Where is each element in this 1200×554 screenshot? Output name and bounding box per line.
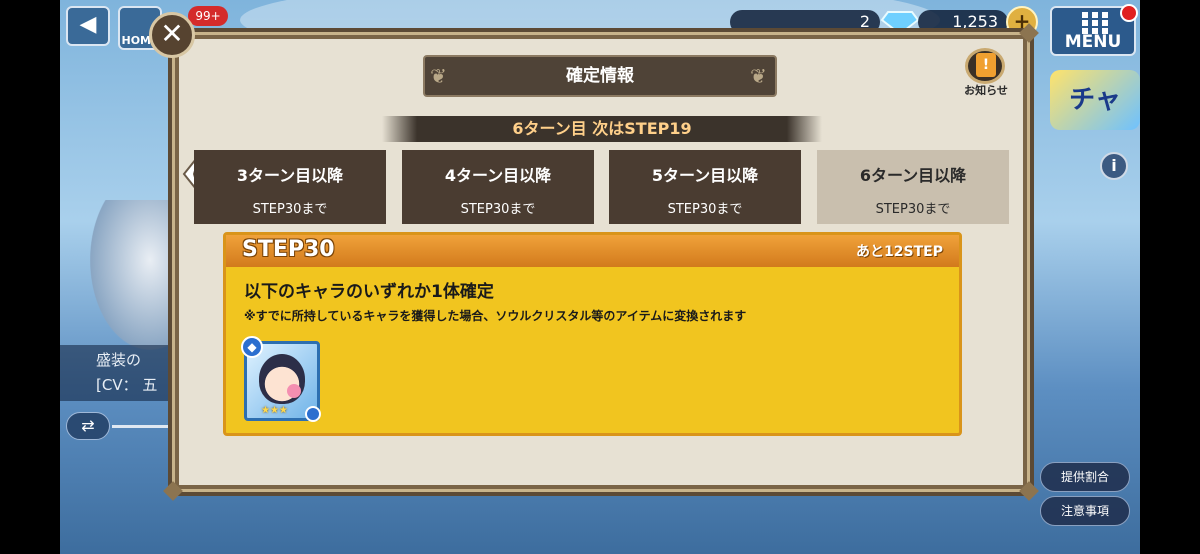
tab-turn-5[interactable]: 5ターン目以降 STEP30まで (609, 150, 801, 224)
step-remaining: あと12STEP (856, 244, 943, 260)
gacha-badge: チャ (1050, 70, 1140, 130)
tab-title: 3ターン目以降 (236, 166, 344, 185)
step-note: ※すでに所持しているキャラを獲得した場合、ソウルクリスタル等のアイテムに変換され… (244, 309, 747, 323)
switch-icon[interactable]: ⇄ (66, 412, 110, 440)
step-header: STEP30 あと12STEP (226, 235, 959, 267)
tab-turn-6[interactable]: 6ターン目以降 STEP30まで (817, 150, 1009, 224)
notes-button[interactable]: 注意事項 (1040, 496, 1130, 526)
step-title: 以下のキャラのいずれか1体確定 (244, 282, 494, 302)
modal-title: 確定情報 (423, 55, 777, 97)
character-name: 盛装の (96, 351, 142, 369)
step-card: STEP30 あと12STEP 以下のキャラのいずれか1体確定 ※すでに所持して… (223, 232, 962, 436)
notice-button[interactable]: ! お知らせ (955, 48, 1017, 100)
tab-turn-4[interactable]: 4ターン目以降 STEP30まで (402, 150, 594, 224)
notice-label: お知らせ (964, 84, 1008, 97)
step-name: STEP30 (242, 237, 335, 262)
tab-title: 4ターン目以降 (444, 166, 552, 185)
tab-subtitle: STEP30まで (667, 202, 743, 217)
tab-subtitle: STEP30まで (460, 202, 536, 217)
tab-subtitle: STEP30まで (252, 202, 328, 217)
rarity-stars: ★★★ (261, 405, 288, 416)
menu-alert-dot (1120, 4, 1138, 22)
notification-badge: 99+ (188, 6, 228, 26)
character-card[interactable]: ★★★ ◆ (241, 336, 321, 422)
class-icon (305, 406, 321, 422)
turn-banner: 6ターン目 次はSTEP19 (382, 116, 822, 142)
close-icon: ✕ (160, 17, 184, 50)
menu-grid-icon (1082, 12, 1108, 34)
bubblegum-decoration (287, 384, 301, 398)
tab-title: 6ターン目以降 (859, 166, 967, 185)
ornament-right-icon: ❦ (750, 64, 767, 88)
menu-label: MENU (1064, 32, 1122, 52)
switch-track (112, 425, 172, 428)
back-arrow-icon: ◀ (79, 12, 97, 37)
notice-icon: ! (965, 48, 1005, 84)
tab-title: 5ターン目以降 (651, 166, 759, 185)
info-icon[interactable]: i (1100, 152, 1128, 180)
back-button[interactable]: ◀ (66, 6, 110, 46)
tab-subtitle: STEP30まで (875, 202, 951, 217)
character-cv: [CV： 五 (96, 376, 158, 394)
water-attribute-icon: ◆ (241, 336, 263, 358)
tab-turn-3[interactable]: 3ターン目以降 STEP30まで (194, 150, 386, 224)
close-button[interactable]: ✕ (149, 12, 195, 58)
ornament-left-icon: ❦ (430, 64, 447, 88)
character-name-strip: 盛装の [CV： 五 (60, 345, 170, 401)
rates-button[interactable]: 提供割合 (1040, 462, 1130, 492)
